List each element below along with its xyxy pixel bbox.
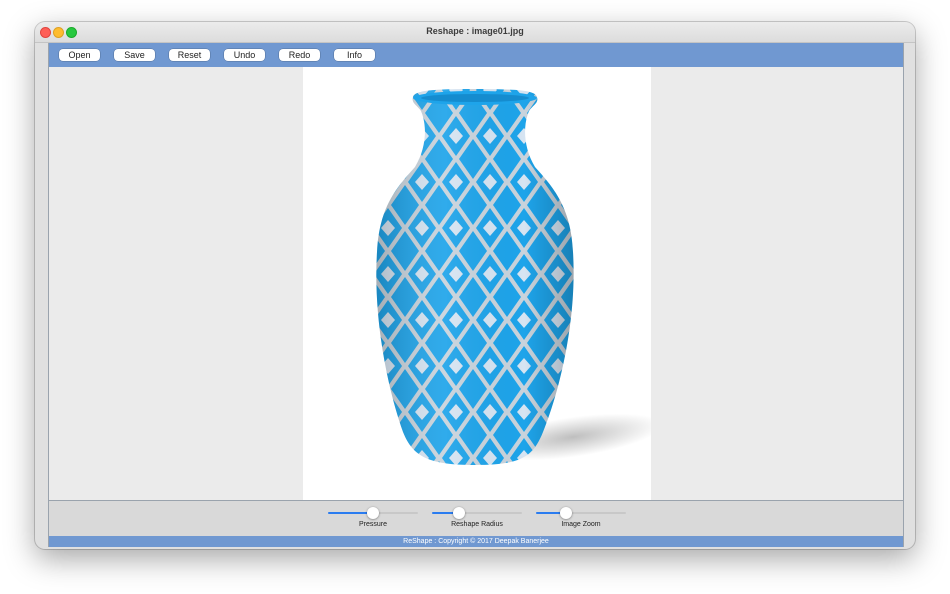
image-zoom-slider[interactable]: Image Zoom	[536, 504, 626, 532]
pressure-slider[interactable]: Pressure	[328, 504, 418, 532]
window-title: Reshape : image01.jpg	[426, 26, 524, 36]
redo-button[interactable]: Redo	[279, 49, 320, 61]
open-button[interactable]: Open	[59, 49, 100, 61]
app-window: Reshape : image01.jpg Open Save Reset Un…	[35, 22, 915, 549]
vase-image[interactable]	[303, 67, 651, 500]
pressure-thumb[interactable]	[367, 507, 379, 519]
reset-button[interactable]: Reset	[169, 49, 210, 61]
status-bar: ReShape : Copyright © 2017 Deepak Banerj…	[49, 536, 903, 547]
reshape-radius-slider[interactable]: Reshape Radius	[432, 504, 522, 532]
image-zoom-thumb[interactable]	[559, 507, 572, 519]
image-canvas[interactable]	[303, 67, 651, 500]
save-button[interactable]: Save	[114, 49, 155, 61]
canvas-area[interactable]	[49, 67, 903, 501]
title-bar[interactable]: Reshape : image01.jpg	[35, 22, 915, 43]
info-button[interactable]: Info	[334, 49, 375, 61]
main-content: Open Save Reset Undo Redo Info Pressure …	[48, 43, 904, 547]
reshape-radius-thumb[interactable]	[453, 507, 465, 519]
undo-button[interactable]: Undo	[224, 49, 265, 61]
toolbar: Open Save Reset Undo Redo Info	[49, 43, 903, 67]
image-zoom-label: Image Zoom	[561, 521, 601, 528]
slider-panel: Pressure Reshape Radius Image Zoom	[49, 501, 903, 536]
